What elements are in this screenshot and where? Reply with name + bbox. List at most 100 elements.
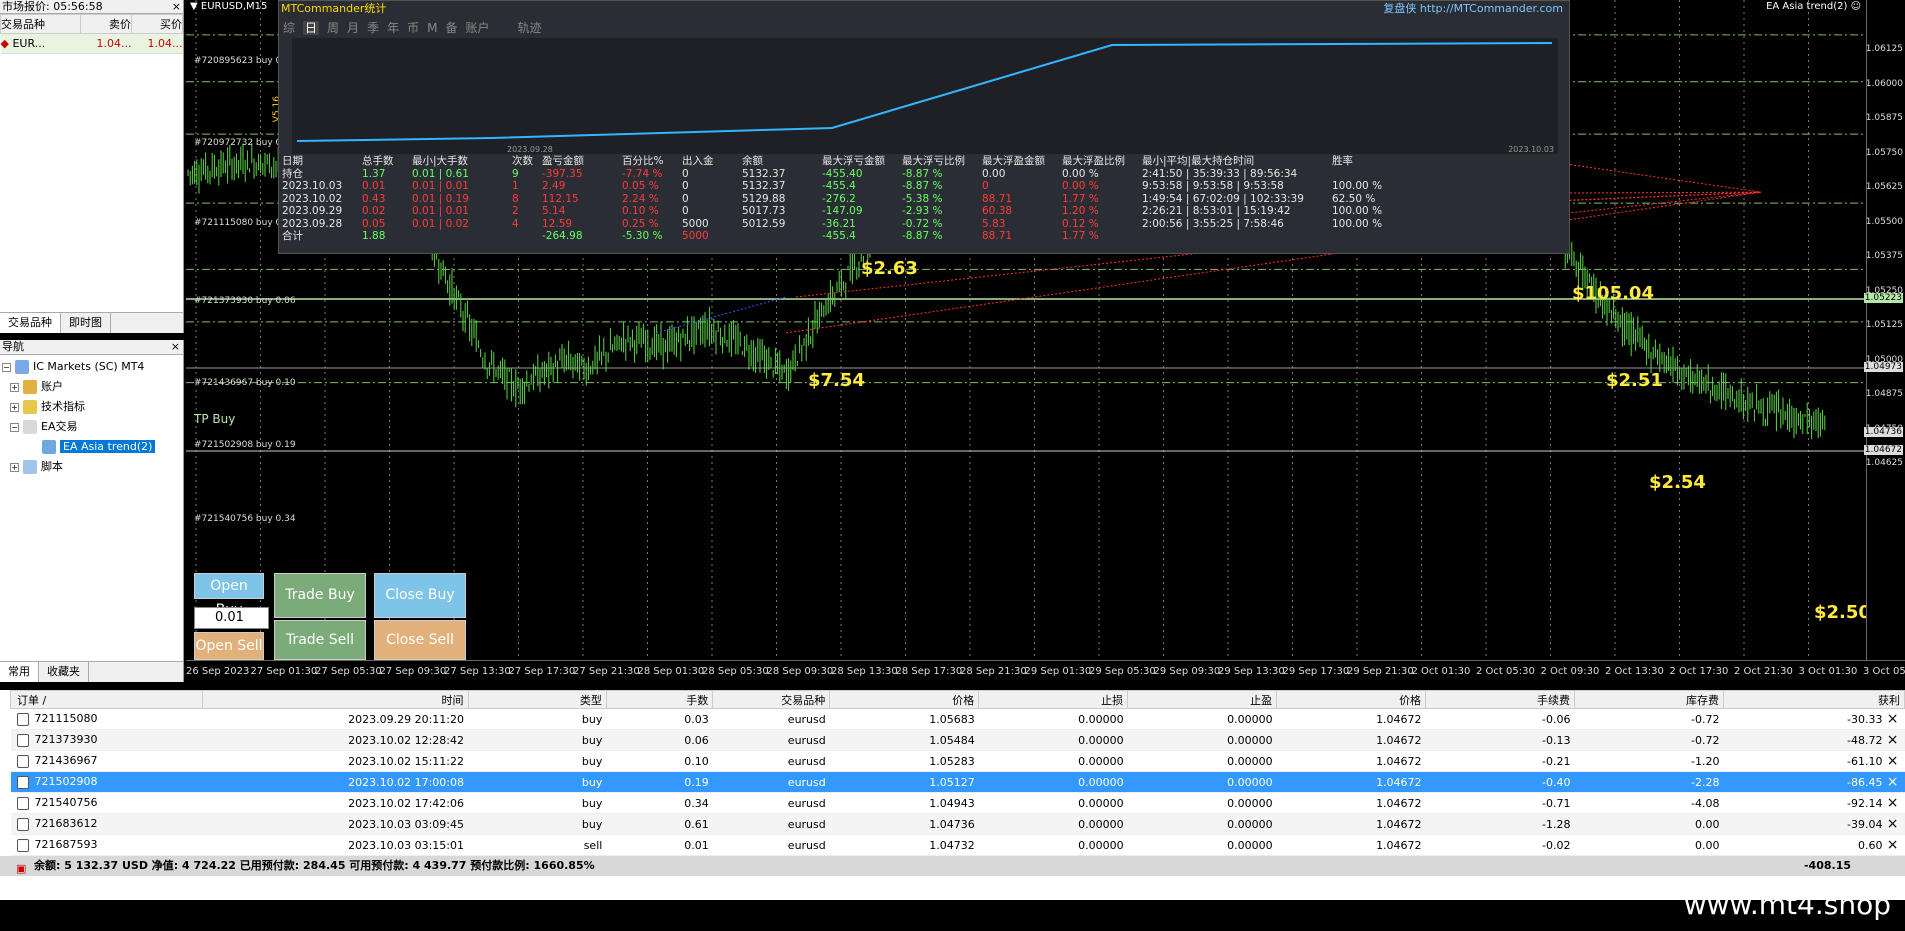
order-cell: 0.00000 (1127, 813, 1277, 835)
orders-col[interactable]: 获利 (1722, 690, 1905, 709)
close-buy-button[interactable]: Close Buy (374, 573, 466, 618)
trade-buy-button[interactable]: Trade Buy (274, 573, 366, 618)
stats-cell: 0.12 % (1062, 217, 1099, 230)
tab-month[interactable]: 月 (347, 21, 359, 35)
order-row[interactable]: 721540756 2023.10.02 17:42:06 buy 0.34 eurus… (10, 792, 1905, 814)
order-cell: 1.05283 (829, 750, 979, 772)
col-symbol[interactable]: 交易品种 (0, 14, 81, 34)
time-label: 29 Sep 09:30 (1153, 666, 1221, 677)
stats-cell: 2023.09.29 (282, 205, 343, 217)
orders-col[interactable]: 时间 (201, 690, 469, 709)
tab-favorites[interactable]: 收藏夹 (39, 662, 89, 682)
close-order-icon[interactable]: × (1887, 837, 1899, 853)
order-cell: -0.13 (1425, 729, 1575, 751)
tab-ticks[interactable]: 即时图 (61, 313, 111, 333)
orders-col[interactable]: 价格 (829, 690, 980, 709)
tab-quarter[interactable]: 季 (367, 21, 379, 35)
tree-item-experts[interactable]: − EA交易 (2, 417, 183, 437)
price-chart[interactable]: ▼ EURUSD,M15 EA Asia trend(2) ☺ TP Buy V… (186, 0, 1905, 682)
orders-col[interactable]: 交易品种 (712, 690, 831, 709)
order-cell: 1.04672 (1276, 771, 1426, 793)
orders-col[interactable]: 库存费 (1574, 690, 1724, 709)
market-watch-tabs: 交易品种 即时图 (0, 312, 183, 333)
tab-symbols[interactable]: 交易品种 (0, 313, 61, 333)
stats-cell: 0.02 (362, 205, 386, 217)
order-cell: eurusd (712, 792, 830, 814)
stats-cell: 0.01 | 0.61 (412, 167, 469, 180)
tab-overview[interactable]: 综 (283, 21, 295, 35)
close-order-icon[interactable]: × (1887, 732, 1899, 748)
close-sell-button[interactable]: Close Sell (374, 620, 466, 660)
tab-day[interactable]: 日 (303, 21, 320, 35)
order-cell: 0.00000 (978, 792, 1128, 814)
orders-col[interactable]: 手续费 (1425, 690, 1576, 709)
time-label: 29 Sep 05:30 (1089, 666, 1156, 677)
stats-cell: 1.77 % (1062, 192, 1099, 205)
orders-col[interactable]: 价格 (1276, 690, 1427, 709)
order-row[interactable]: 721436967 2023.10.02 15:11:22 buy 0.10 eurus… (10, 750, 1905, 772)
stats-tabs: 综日周月季年币 M 备账户 轨迹 (279, 18, 1569, 38)
order-row[interactable]: 721502908 2023.10.02 17:00:08 buy 0.19 eurus… (10, 771, 1905, 793)
orders-col[interactable]: 止损 (978, 690, 1129, 709)
lot-size-input[interactable]: 0.01 (194, 607, 269, 629)
open-sell-button[interactable]: Open Sell (194, 632, 264, 660)
stats-link[interactable]: 复盘侠 http://MTCommander.com (1383, 1, 1563, 17)
orders-col[interactable]: 订单 / (10, 690, 203, 709)
tree-item-scripts[interactable]: + 脚本 (2, 457, 183, 477)
close-order-icon[interactable]: × (1887, 795, 1899, 811)
tab-notes[interactable]: 备 (445, 21, 457, 35)
order-row[interactable]: 721115080 2023.09.29 20:11:20 buy 0.03 eurus… (10, 708, 1905, 730)
price-highlight: 1.04736 (1863, 427, 1903, 438)
orders-col[interactable]: 止盈 (1127, 690, 1278, 709)
tab-magic[interactable]: M (427, 21, 437, 35)
tab-currency[interactable]: 币 (407, 21, 419, 35)
equity-curve (296, 42, 1553, 142)
expand-icon[interactable]: + (10, 462, 19, 472)
close-order-icon[interactable]: × (1887, 711, 1899, 727)
tree-item-ea-asia-trend[interactable]: EA Asia trend(2) (2, 437, 183, 457)
tree-item-broker[interactable]: − IC Markets (SC) MT4 (2, 357, 183, 377)
order-row[interactable]: 721683612 2023.10.03 03:09:45 buy 0.61 eurus… (10, 813, 1905, 835)
col-ask[interactable]: 买价 (131, 14, 183, 34)
close-icon[interactable]: × (171, 340, 180, 354)
tab-year[interactable]: 年 (387, 21, 399, 35)
col-bid[interactable]: 卖价 (80, 14, 132, 34)
order-row[interactable]: 721373930 2023.10.02 12:28:42 buy 0.06 eurus… (10, 729, 1905, 751)
collapse-icon[interactable]: − (2, 362, 11, 372)
profit-label: $2.54 (1649, 472, 1706, 493)
time-axis[interactable]: 26 Sep 2023 27 Sep 01:30 27 Sep 05:30 27 Se… (186, 660, 1905, 682)
order-line-label: #721502908 buy 0.19 (194, 440, 296, 450)
close-order-icon[interactable]: × (1887, 816, 1899, 832)
stats-cell: 62.50 % (1332, 192, 1376, 205)
trade-sell-button[interactable]: Trade Sell (274, 620, 366, 660)
order-cell: buy (468, 750, 607, 772)
tab-common[interactable]: 常用 (0, 662, 39, 682)
close-order-icon[interactable]: × (1887, 774, 1899, 790)
order-cell: -0.06 (1425, 708, 1575, 730)
order-cell: -0.02 (1425, 834, 1575, 856)
indicators-icon (23, 400, 37, 414)
tab-week[interactable]: 周 (327, 21, 339, 35)
tree-item-indicators[interactable]: + 技术指标 (2, 397, 183, 417)
tab-account[interactable]: 账户 (465, 21, 489, 35)
close-icon[interactable]: × (172, 0, 181, 13)
order-cell: 2023.10.02 12:28:42 (202, 729, 469, 751)
orders-col[interactable]: 手数 (605, 690, 714, 709)
market-watch-row[interactable]: ◆ EUR... 1.04... 1.04... (0, 33, 183, 54)
expand-icon[interactable]: + (10, 382, 19, 392)
close-order-icon[interactable]: × (1887, 753, 1899, 769)
order-row[interactable]: 721687593 2023.10.03 03:15:01 sell 0.01 euru… (10, 834, 1905, 856)
tree-item-accounts[interactable]: + 账户 (2, 377, 183, 397)
tab-track[interactable]: 轨迹 (518, 21, 542, 35)
time-label: 27 Sep 17:30 (508, 666, 576, 677)
collapse-icon[interactable]: − (10, 422, 19, 432)
stats-cell: 100.00 % (1332, 180, 1383, 192)
price-axis[interactable]: 1.06125 1.06000 1.05875 1.05750 1.05625 1.055… (1863, 0, 1905, 660)
stats-cell (1142, 230, 1332, 243)
expand-icon[interactable]: + (10, 402, 19, 412)
stats-cell: 0 (682, 192, 689, 205)
time-label: 28 Sep 13:30 (831, 666, 898, 677)
terminal-side-tab[interactable] (0, 902, 10, 931)
open-buy-button[interactable]: Open Buy (194, 573, 264, 618)
orders-col[interactable]: 类型 (467, 690, 607, 709)
